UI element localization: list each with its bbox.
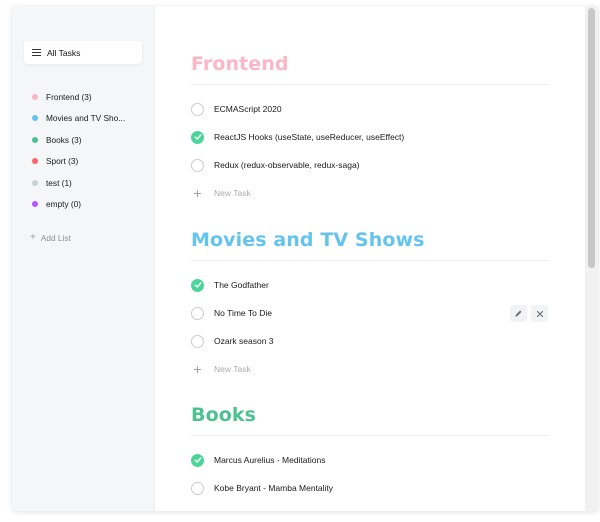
task-text: Kobe Bryant - Mamba Mentality [214, 483, 334, 493]
section-title: Movies and TV Shows [191, 229, 425, 251]
task-checkbox[interactable] [191, 158, 204, 172]
add-list-button[interactable]: + Add List [30, 232, 71, 244]
section-frontend: Frontend ECMAScript 2020 ReactJS Hooks (… [191, 52, 548, 207]
task-text: No Time To Die [214, 308, 272, 318]
color-dot [32, 115, 38, 122]
sidebar-item-books[interactable]: Books (3) [32, 129, 125, 151]
sidebar: All Tasks Frontend (3) Movies and TV Sho… [12, 6, 155, 511]
task-checkbox[interactable] [191, 453, 204, 467]
plus-icon: + [193, 184, 202, 201]
new-task-label: New Task [214, 364, 251, 374]
task-checkbox[interactable] [191, 278, 204, 292]
sidebar-item-test[interactable]: test (1) [32, 172, 125, 194]
task-checkbox[interactable] [191, 306, 204, 320]
new-task-button[interactable]: + New Task [191, 355, 548, 383]
sidebar-item-label: empty (0) [46, 199, 82, 210]
plus-icon: + [193, 360, 202, 377]
divider [191, 84, 548, 85]
task-checkbox[interactable] [191, 481, 204, 495]
color-dot [32, 136, 38, 143]
task-text: ReactJS Hooks (useState, useReducer, use… [214, 132, 405, 142]
task-item: Ozark season 3 [191, 327, 548, 355]
task-panel: Frontend ECMAScript 2020 ReactJS Hooks (… [155, 6, 585, 511]
scrollbar-thumb[interactable] [588, 8, 595, 268]
task-item: ECMAScript 2020 [191, 95, 548, 123]
sidebar-item-movies[interactable]: Movies and TV Sho... [32, 108, 125, 130]
new-task-button[interactable]: + New Task [191, 179, 548, 207]
task-item: Redux (redux-observable, redux-saga) [191, 151, 548, 179]
sidebar-item-label: Sport (3) [46, 156, 79, 167]
list-icon [32, 49, 41, 56]
task-checkbox[interactable] [191, 334, 204, 348]
edit-task-button[interactable] [510, 305, 527, 322]
task-checkbox[interactable] [191, 130, 204, 144]
new-task-label: New Task [214, 188, 251, 198]
task-item: ReactJS Hooks (useState, useReducer, use… [191, 123, 548, 151]
color-dot [32, 201, 38, 208]
task-text: Ozark season 3 [214, 336, 274, 346]
task-actions [510, 305, 548, 322]
add-list-label: Add List [40, 233, 71, 243]
sidebar-item-label: Books (3) [46, 134, 82, 145]
color-dot [32, 93, 38, 100]
delete-task-button[interactable] [531, 305, 548, 322]
sidebar-item-label: Movies and TV Sho... [46, 113, 126, 124]
pencil-icon [515, 310, 522, 317]
all-tasks-label: All Tasks [47, 47, 81, 58]
task-text: ECMAScript 2020 [214, 104, 282, 114]
sidebar-lists: Frontend (3) Movies and TV Sho... Books … [32, 86, 125, 215]
divider [191, 260, 548, 261]
section-books: Books Marcus Aurelius - Meditations Kobe… [191, 403, 548, 502]
scrollbar[interactable] [585, 6, 598, 511]
section-movies: Movies and TV Shows The Godfather No Tim… [191, 228, 548, 383]
task-item: No Time To Die [191, 299, 548, 327]
todo-app-window: All Tasks Frontend (3) Movies and TV Sho… [12, 6, 598, 511]
sidebar-item-label: Frontend (3) [46, 91, 92, 102]
task-text: Marcus Aurelius - Meditations [214, 455, 326, 465]
sidebar-item-sport[interactable]: Sport (3) [32, 151, 125, 173]
task-item: Kobe Bryant - Mamba Mentality [191, 474, 548, 502]
sidebar-item-empty[interactable]: empty (0) [32, 194, 125, 216]
task-checkbox[interactable] [191, 102, 204, 116]
section-title: Books [191, 404, 257, 426]
task-item: The Godfather [191, 271, 548, 299]
task-text: The Godfather [214, 280, 269, 290]
sidebar-item-label: test (1) [46, 177, 72, 188]
color-dot [32, 179, 38, 186]
color-dot [32, 158, 38, 165]
section-title: Frontend [191, 53, 289, 75]
task-item: Marcus Aurelius - Meditations [191, 446, 548, 474]
all-tasks-button[interactable]: All Tasks [24, 41, 142, 64]
close-icon [536, 310, 543, 317]
divider [191, 435, 548, 436]
plus-icon: + [30, 232, 36, 243]
task-text: Redux (redux-observable, redux-saga) [214, 160, 360, 170]
sidebar-item-frontend[interactable]: Frontend (3) [32, 86, 125, 108]
